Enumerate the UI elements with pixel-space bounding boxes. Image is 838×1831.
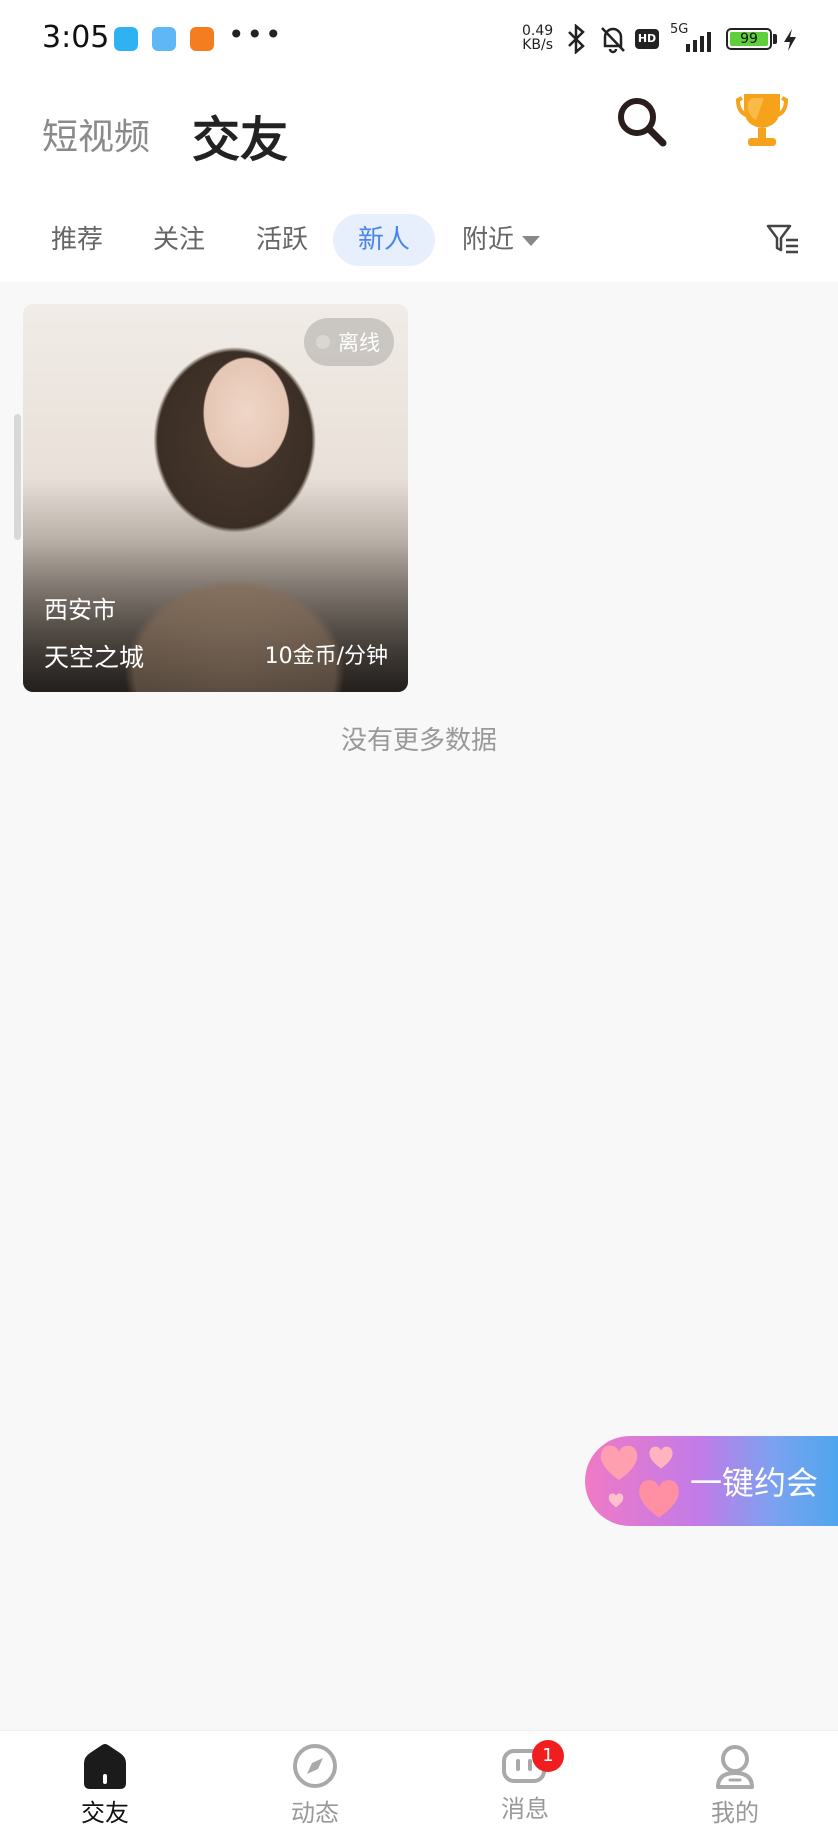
unread-badge: 1 [532, 1740, 564, 1772]
charging-icon [784, 29, 796, 51]
tab-recommend[interactable]: 推荐 [43, 214, 111, 266]
tab-friends[interactable]: 交友 [192, 100, 288, 170]
compass-icon [293, 1744, 337, 1788]
search-icon[interactable] [614, 94, 668, 148]
tab-short-video[interactable]: 短视频 [42, 108, 150, 160]
nav-label-friends: 交友 [81, 1799, 129, 1827]
caret-down-icon [522, 235, 541, 246]
heart-icon [608, 1493, 624, 1508]
network-speed-value: 0.49 [522, 23, 554, 39]
clapper-notification-icon [152, 27, 176, 51]
tab-follow[interactable]: 关注 [145, 214, 213, 266]
scrollbar[interactable] [14, 414, 21, 540]
status-time: 3:05 [42, 20, 110, 55]
nav-label-me: 我的 [711, 1799, 759, 1827]
status-label: 离线 [338, 331, 380, 355]
shop-notification-icon [190, 27, 214, 51]
nav-item-me[interactable]: 我的 [630, 1731, 838, 1831]
hd-icon: HD [635, 29, 659, 49]
mute-bell-icon [601, 27, 625, 54]
home-icon [84, 1744, 126, 1789]
nav-item-messages[interactable]: 1 消息 [420, 1731, 630, 1831]
bluetooth-icon [568, 24, 585, 54]
quick-date-label: 一键约会 [690, 1464, 819, 1502]
content-area: 离线 西安市 天空之城 10金币/分钟 没有更多数据 一键约会 [0, 282, 838, 1730]
trophy-icon[interactable] [734, 90, 790, 150]
user-icon [716, 1745, 754, 1789]
card-username: 天空之城 [44, 643, 145, 672]
network-speed: 0.49 KB/s [522, 24, 553, 52]
heart-icon [649, 1446, 673, 1469]
status-bar: 3:05 ••• 0.49 KB/s HD 5G 99 [0, 0, 838, 78]
filter-icon[interactable] [766, 222, 800, 256]
more-notifications-icon: ••• [228, 18, 284, 51]
battery-level: 99 [730, 32, 768, 46]
status-badge: 离线 [304, 318, 394, 366]
offline-dot-icon [316, 335, 330, 349]
heart-icon [639, 1480, 679, 1518]
card-city: 西安市 [44, 596, 116, 624]
nav-label-moments: 动态 [291, 1799, 339, 1827]
filter-tab-bar: 推荐 关注 活跃 新人 附近 [0, 198, 838, 282]
battery-icon: 99 [726, 28, 772, 50]
quick-date-button[interactable]: 一键约会 [585, 1436, 838, 1526]
card-price: 10金币/分钟 [264, 644, 388, 669]
list-end-message: 没有更多数据 [340, 726, 497, 756]
top-header: 短视频 交友 [0, 78, 838, 198]
tab-active[interactable]: 活跃 [248, 214, 316, 266]
network-speed-unit: KB/s [522, 37, 553, 53]
battery-tip [773, 34, 777, 44]
tab-nearby-label: 附近 [462, 225, 515, 255]
user-card[interactable]: 离线 西安市 天空之城 10金币/分钟 [23, 304, 408, 692]
tab-nearby[interactable]: 附近 [454, 214, 548, 266]
signal-icon [686, 32, 711, 52]
nav-item-moments[interactable]: 动态 [210, 1731, 420, 1831]
app-notification-icon [114, 27, 138, 51]
nav-item-friends[interactable]: 交友 [0, 1731, 210, 1831]
nav-label-messages: 消息 [501, 1795, 549, 1823]
bottom-nav: 交友 动态 1 消息 我的 [0, 1730, 838, 1831]
tab-newcomer[interactable]: 新人 [333, 214, 436, 266]
